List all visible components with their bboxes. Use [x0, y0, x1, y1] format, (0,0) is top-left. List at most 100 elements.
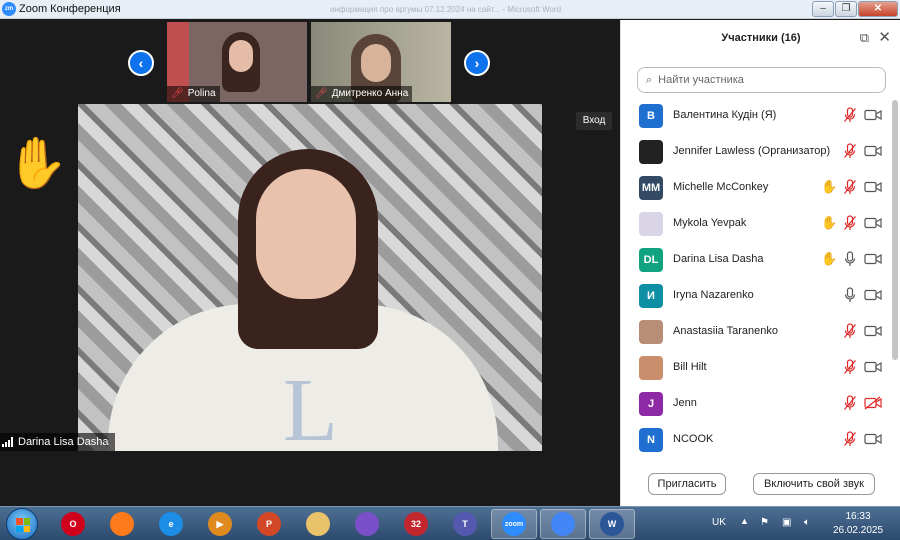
participant-thumbnail[interactable]: 🎤︎ Polina	[167, 22, 307, 102]
close-panel-icon[interactable]: ✕	[878, 28, 891, 46]
taskbar-app-viber[interactable]	[344, 509, 390, 539]
participant-row[interactable]: Bill Hilt	[621, 350, 893, 386]
powerpoint-icon: P	[257, 512, 281, 536]
title-bar: zm Zoom Конференция информация про аргум…	[0, 0, 900, 19]
mic-muted-icon[interactable]	[843, 323, 857, 339]
participant-row[interactable]: И Iryna Nazarenko	[621, 278, 893, 314]
participant-name: Валентина Кудін (Я)	[673, 109, 777, 121]
pop-out-icon[interactable]: ⧉	[860, 30, 869, 46]
previous-page-icon[interactable]: ‹	[128, 50, 154, 76]
internet-explorer-icon: e	[159, 512, 183, 536]
participant-row[interactable]: В Валентина Кудін (Я)	[621, 98, 893, 134]
raised-hand-icon: ✋	[821, 251, 838, 266]
camera-icon[interactable]	[864, 252, 882, 266]
mic-muted-icon[interactable]	[843, 431, 857, 447]
camera-icon[interactable]	[864, 144, 882, 158]
participant-avatar: MM	[639, 176, 663, 200]
search-icon: ⌕	[646, 73, 653, 86]
mic-muted-icon: 🎤︎	[171, 88, 184, 99]
window-title: Zoom Конференция	[19, 3, 121, 15]
camera-icon[interactable]	[864, 108, 882, 122]
minimize-icon[interactable]: –	[812, 1, 834, 17]
network-icon[interactable]: ▣	[782, 517, 794, 529]
participant-row[interactable]: Anastasiia Taranenko	[621, 314, 893, 350]
participant-thumbnail[interactable]: 🎤︎ Дмитренко Анна	[311, 22, 451, 102]
taskbar-app-word[interactable]: W	[589, 509, 635, 539]
participant-row[interactable]: DL Darina Lisa Dasha ✋	[621, 242, 893, 278]
taskbar-app-firefox[interactable]	[99, 509, 145, 539]
clock-date: 26.02.2025	[832, 525, 884, 536]
participant-row[interactable]: MM Michelle McConkey ✋	[621, 170, 893, 206]
show-hidden-icons-icon[interactable]: ▲	[740, 516, 749, 526]
taskbar-app-file-explorer[interactable]	[295, 509, 341, 539]
mic-icon[interactable]	[843, 251, 857, 267]
search-input[interactable]	[658, 74, 869, 86]
participant-name: Mykola Yevpak	[673, 217, 747, 229]
participant-row[interactable]: J Jenn	[621, 386, 893, 422]
close-window-icon[interactable]: ✕	[858, 1, 898, 17]
participant-name: NCOOK	[673, 433, 714, 445]
teams-icon: T	[453, 512, 477, 536]
participant-avatar: DL	[639, 248, 663, 272]
taskbar-app-media-player[interactable]: ▶	[197, 509, 243, 539]
action-center-icon[interactable]: ⚑	[760, 517, 772, 529]
opera-icon: O	[61, 512, 85, 536]
camera-icon[interactable]	[864, 432, 882, 446]
camera-off-icon[interactable]	[864, 396, 882, 410]
mic-muted-icon[interactable]	[843, 359, 857, 375]
camera-icon[interactable]	[864, 288, 882, 302]
thumbnail-name: Polina	[187, 88, 216, 99]
volume-icon[interactable]: 🔈︎	[804, 517, 816, 529]
camera-icon[interactable]	[864, 324, 882, 338]
mic-muted-icon[interactable]	[843, 395, 857, 411]
participants-list: В Валентина Кудін (Я) Jennifer Lawless (Ор…	[621, 98, 900, 458]
mic-muted-icon[interactable]	[843, 179, 857, 195]
speaker-face	[256, 169, 356, 299]
system-clock[interactable]: 16:33 26.02.2025	[828, 510, 888, 538]
participant-row[interactable]: Mykola Yevpak ✋	[621, 206, 893, 242]
taskbar-app-opera[interactable]: O	[50, 509, 96, 539]
taskbar-app-teams[interactable]: T	[442, 509, 488, 539]
invite-button[interactable]: Пригласить	[648, 473, 726, 495]
taskbar-app-internet-explorer[interactable]: e	[148, 509, 194, 539]
participants-title: Участники (16)	[721, 32, 801, 44]
participants-header: Участники (16) ⧉ ✕	[621, 20, 900, 58]
signal-strength-icon	[2, 437, 13, 447]
start-button[interactable]	[6, 508, 38, 540]
zoom-icon: zoom	[502, 512, 526, 536]
taskbar-app-chrome[interactable]	[540, 509, 586, 539]
taskbar-app-game[interactable]: 32	[393, 509, 439, 539]
unmute-self-button[interactable]: Включить свой звук	[753, 473, 875, 495]
mic-muted-icon[interactable]	[843, 143, 857, 159]
speaker-name: Darina Lisa Dasha	[18, 436, 109, 448]
next-page-icon[interactable]: ›	[464, 50, 490, 76]
zoom-window: zm Zoom Конференция информация про аргум…	[0, 0, 900, 506]
participant-avatar	[639, 212, 663, 236]
participant-row[interactable]: Jennifer Lawless (Организатор)	[621, 134, 893, 170]
taskbar-app-zoom[interactable]: zoom	[491, 509, 537, 539]
camera-icon[interactable]	[864, 360, 882, 374]
participant-name: Jennifer Lawless (Организатор)	[673, 145, 831, 157]
mic-icon[interactable]	[843, 287, 857, 303]
camera-icon[interactable]	[864, 180, 882, 194]
video-area: ‹ › 🎤︎ Polina 🎤︎ Дмитренко Анна L ✋ Вход…	[0, 20, 620, 506]
participant-avatar	[639, 356, 663, 380]
taskbar: Oe ▶ P 32 Tzoom W UK ▲ ⚑ ▣ 🔈︎ 16:33 26.02.202…	[0, 506, 900, 540]
mic-muted-icon[interactable]	[843, 107, 857, 123]
raised-hand-icon: ✋	[6, 135, 69, 191]
participant-name: Anastasiia Taranenko	[673, 325, 778, 337]
participant-row[interactable]: N NCOOK	[621, 422, 893, 458]
taskbar-app-powerpoint[interactable]: P	[246, 509, 292, 539]
active-speaker-video[interactable]: L	[78, 104, 542, 451]
language-indicator[interactable]: UK	[712, 517, 726, 528]
participants-scrollbar[interactable]	[892, 100, 898, 360]
mic-muted-icon[interactable]	[843, 215, 857, 231]
participant-avatar: J	[639, 392, 663, 416]
camera-icon[interactable]	[864, 216, 882, 230]
thumbnail-face	[229, 40, 253, 72]
maximize-icon[interactable]: ❐	[835, 1, 857, 17]
chrome-icon	[551, 512, 575, 536]
participant-avatar	[639, 140, 663, 164]
participant-search[interactable]: ⌕	[637, 67, 886, 93]
shirt-letter: L	[283, 361, 338, 451]
